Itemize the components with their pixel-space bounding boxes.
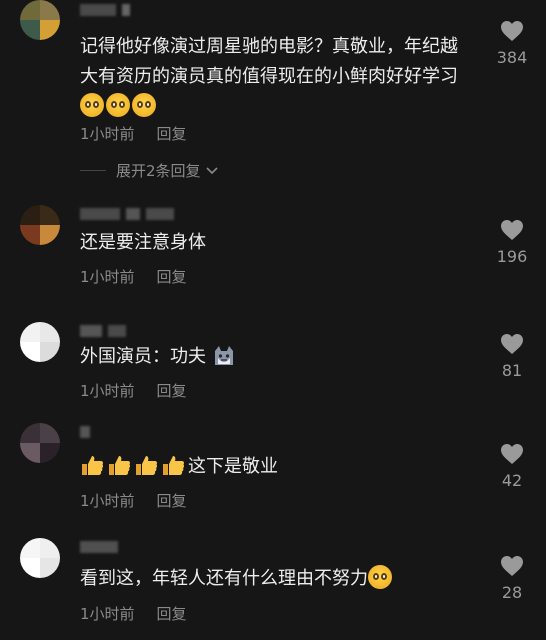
reply-button[interactable]: 回复: [157, 380, 187, 401]
comment-meta: 1小时前 回复: [80, 123, 187, 144]
username-blurred[interactable]: [80, 4, 130, 16]
like-button[interactable]: 81: [492, 333, 532, 380]
reply-button[interactable]: 回复: [157, 603, 187, 624]
avatar[interactable]: [20, 423, 60, 463]
thumbs-up-emoji: [109, 456, 131, 475]
comment-time: 1小时前: [80, 605, 135, 623]
username-blurred[interactable]: [80, 426, 90, 438]
reply-button[interactable]: 回复: [157, 123, 187, 144]
pleading-face-emoji: [106, 93, 130, 117]
avatar[interactable]: [20, 205, 60, 245]
expand-divider: [80, 170, 106, 171]
heart-icon: [501, 444, 523, 464]
username-blurred[interactable]: [80, 208, 174, 220]
pleading-face-emoji: [368, 565, 392, 589]
comment-meta: 1小时前 回复: [80, 380, 187, 401]
comment-text: 这下是敬业: [80, 452, 460, 482]
avatar[interactable]: [20, 0, 60, 40]
pleading-face-emoji: [80, 93, 104, 117]
like-count: 196: [496, 247, 528, 266]
like-button[interactable]: 28: [492, 555, 532, 602]
comment-meta: 1小时前 回复: [80, 603, 187, 624]
expand-replies-button[interactable]: 展开2条回复: [116, 160, 219, 181]
like-count: 42: [501, 471, 523, 490]
thumbs-up-emoji: [163, 456, 185, 475]
cat-face-emoji: [215, 346, 233, 365]
reply-button[interactable]: 回复: [157, 266, 187, 287]
reply-button[interactable]: 回复: [157, 490, 187, 511]
comment-time: 1小时前: [80, 382, 135, 400]
avatar[interactable]: [20, 538, 60, 578]
comment-time: 1小时前: [80, 268, 135, 286]
heart-icon: [501, 556, 523, 576]
thumbs-up-emoji: [82, 456, 104, 475]
comment-time: 1小时前: [80, 492, 135, 510]
like-button[interactable]: 196: [492, 219, 532, 266]
username-blurred[interactable]: [80, 541, 118, 553]
like-count: 384: [496, 48, 528, 67]
comment-meta: 1小时前 回复: [80, 490, 187, 511]
like-button[interactable]: 42: [492, 443, 532, 490]
like-button[interactable]: 384: [492, 20, 532, 67]
pleading-face-emoji: [132, 93, 156, 117]
thumbs-up-emoji: [136, 456, 158, 475]
like-count: 81: [501, 361, 523, 380]
comment-text: 外国演员：功夫: [80, 342, 460, 372]
heart-icon: [501, 334, 523, 354]
expand-replies-label: 展开2条回复: [116, 162, 201, 180]
comment-time: 1小时前: [80, 125, 135, 143]
avatar[interactable]: [20, 322, 60, 362]
username-blurred[interactable]: [80, 325, 126, 337]
comment-text: 记得他好像演过周星驰的电影？真敬业，年纪越大有资历的演员真的值得现在的小鲜肉好好…: [80, 32, 460, 122]
chevron-down-icon: [205, 166, 218, 174]
comment-meta: 1小时前 回复: [80, 266, 187, 287]
comment-text: 还是要注意身体: [80, 232, 206, 253]
heart-icon: [501, 220, 523, 240]
heart-icon: [501, 21, 523, 41]
comment-text: 看到这，年轻人还有什么理由不努力: [80, 564, 460, 594]
like-count: 28: [501, 583, 523, 602]
